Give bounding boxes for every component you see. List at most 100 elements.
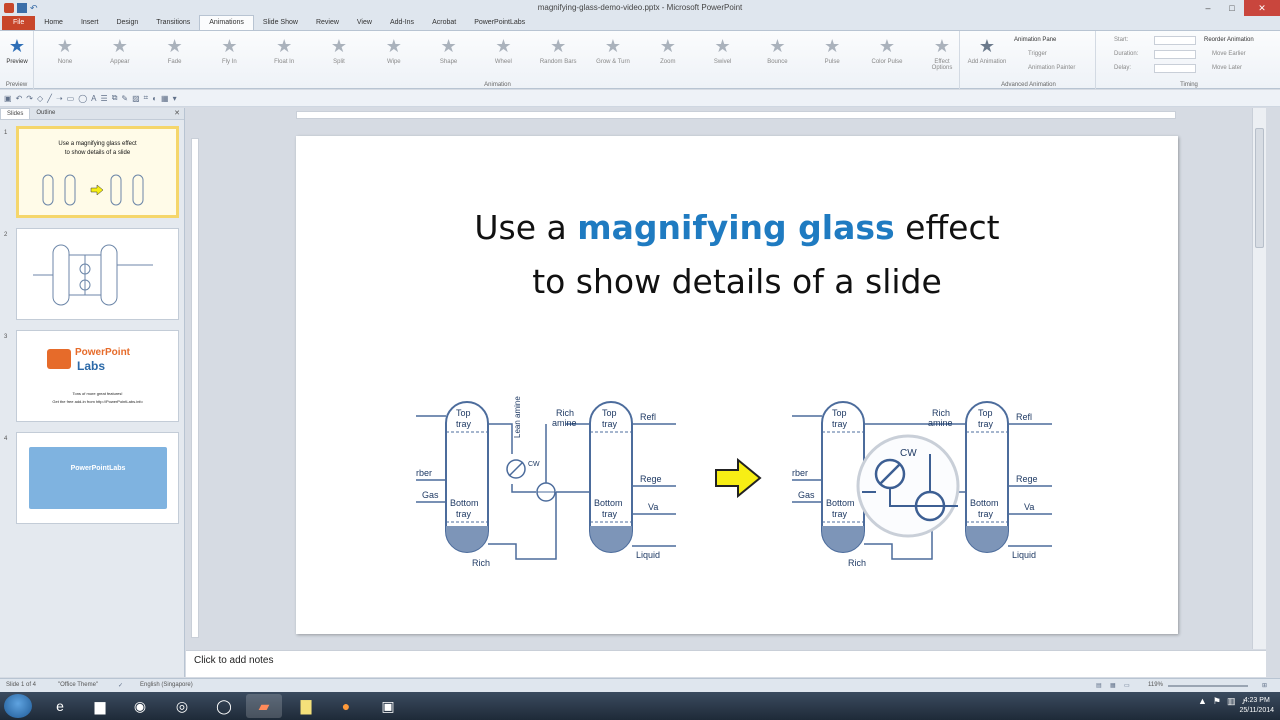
media-app-icon[interactable]: ◎ — [164, 694, 200, 718]
tab-outline[interactable]: Outline — [30, 108, 61, 119]
effect-grow-turn[interactable]: ★ Grow & Turn — [586, 35, 640, 65]
language[interactable]: English (Singapore) — [140, 682, 193, 688]
effect-color-pulse[interactable]: ★ Color Pulse — [860, 35, 914, 65]
maximize-button[interactable]: □ — [1220, 0, 1244, 16]
tray-up-icon[interactable]: ▲ — [1198, 696, 1207, 707]
effect-pulse[interactable]: ★ Pulse — [805, 35, 859, 65]
tab-add-ins[interactable]: Add-Ins — [381, 16, 423, 30]
add-animation-button[interactable]: ★ Add Animation — [964, 35, 1010, 65]
slide-title-line-2[interactable]: to show details of a slide — [296, 262, 1178, 301]
tab-file[interactable]: File — [2, 16, 36, 30]
vertical-scrollbar[interactable] — [1252, 108, 1266, 649]
animation-painter-button[interactable]: Animation Painter — [1028, 65, 1075, 71]
start-dropdown[interactable] — [1154, 36, 1196, 45]
slide-sorter-icon[interactable]: ▦ — [1110, 682, 1116, 689]
effect-fade[interactable]: ★ Fade — [148, 35, 202, 65]
powerpoint-taskbar-icon[interactable]: ▰ — [246, 694, 282, 718]
sticky-notes-icon[interactable]: ▇ — [288, 694, 324, 718]
slide-canvas[interactable]: Use a magnifying glass effect to show de… — [296, 136, 1178, 634]
tab-powerpointlabs[interactable]: PowerPointLabs — [465, 16, 534, 30]
scroll-thumb[interactable] — [1255, 128, 1264, 248]
effect-bounce[interactable]: ★ Bounce — [750, 35, 804, 65]
effect-appear[interactable]: ★ Appear — [93, 35, 147, 65]
tab-view[interactable]: View — [348, 16, 381, 30]
textbox-icon[interactable]: A — [91, 94, 96, 103]
effect-random-bars[interactable]: ★ Random Bars — [531, 35, 585, 65]
process-diagram-right[interactable]: Top tray Bottom tray Top tray Bottom tra… — [792, 394, 1052, 574]
table-icon[interactable]: ▦ — [161, 94, 169, 103]
tab-design[interactable]: Design — [107, 16, 147, 30]
svg-text:Top: Top — [602, 408, 617, 418]
process-diagram-left[interactable]: Top tray Bottom tray Top tray Bottom tra… — [416, 394, 676, 574]
zoom-slider[interactable] — [1168, 685, 1248, 687]
effect-fly-in[interactable]: ★ Fly In — [202, 35, 256, 65]
redo-icon[interactable]: ↷ — [26, 94, 33, 103]
minimize-button[interactable]: – — [1196, 0, 1220, 16]
svg-text:tray: tray — [978, 509, 994, 519]
preview-button[interactable]: ★ Preview — [0, 35, 34, 65]
tab-insert[interactable]: Insert — [72, 16, 108, 30]
rectangle-icon[interactable]: ▭ — [67, 94, 75, 103]
spellcheck-icon[interactable]: ✓ — [118, 682, 123, 689]
right-arrow-icon[interactable] — [714, 458, 762, 498]
svg-text:tray: tray — [602, 419, 618, 429]
duration-stepper[interactable] — [1154, 50, 1196, 59]
effect-options-button[interactable]: ★ Effect Options — [924, 35, 960, 71]
start-button[interactable] — [4, 694, 32, 718]
powerpoint-window: ↶ magnifying-glass-demo-video.pptx - Mic… — [0, 0, 1280, 720]
effect-zoom[interactable]: ★ Zoom — [641, 35, 695, 65]
internet-explorer-icon[interactable]: e — [42, 694, 78, 718]
undo-icon[interactable]: ↶ — [16, 94, 23, 103]
duration-label: Duration: — [1114, 51, 1139, 57]
tab-review[interactable]: Review — [307, 16, 348, 30]
customize-icon[interactable]: ▾ — [173, 94, 177, 103]
chrome-icon[interactable]: ◉ — [122, 694, 158, 718]
save-icon[interactable]: ▣ — [4, 94, 12, 103]
close-button[interactable]: ✕ — [1244, 0, 1280, 16]
arrow-icon[interactable]: ➝ — [56, 94, 63, 103]
shape-icon[interactable]: ◇ — [37, 94, 43, 103]
clock[interactable]: 4:23 PM 25/11/2014 — [1239, 696, 1274, 716]
group-icon[interactable]: ⧉ — [112, 93, 118, 103]
effect-split[interactable]: ★ Split — [312, 35, 366, 65]
align-icon[interactable]: ☰ — [101, 94, 108, 103]
normal-view-icon[interactable]: ▤ — [1096, 682, 1102, 689]
zoom-level[interactable]: 119% — [1148, 682, 1163, 688]
tab-slide-show[interactable]: Slide Show — [254, 16, 307, 30]
tab-home[interactable]: Home — [35, 16, 72, 30]
network-icon[interactable]: ▥ — [1227, 696, 1236, 707]
effect-none[interactable]: ★ None — [38, 35, 92, 65]
flag-icon[interactable]: ⚑ — [1213, 696, 1221, 707]
fill-icon[interactable]: ◐ — [152, 94, 157, 103]
move-later-button[interactable]: Move Later — [1212, 65, 1242, 71]
star-icon: ★ — [824, 36, 841, 56]
close-icon[interactable]: ✕ — [174, 109, 180, 117]
file-explorer-icon[interactable]: ▆ — [82, 694, 118, 718]
tab-slides[interactable]: Slides — [0, 108, 31, 119]
picture-icon[interactable]: ▨ — [132, 94, 140, 103]
effect-swivel[interactable]: ★ Swivel — [696, 35, 750, 65]
trigger-button[interactable]: Trigger — [1028, 51, 1047, 57]
animation-pane-button[interactable]: Animation Pane — [1014, 37, 1056, 43]
fit-slide-icon[interactable]: ⊞ — [1262, 682, 1267, 689]
line-icon[interactable]: ╱ — [47, 94, 52, 103]
effect-wipe[interactable]: ★ Wipe — [367, 35, 421, 65]
format-painter-icon[interactable]: ✎ — [121, 94, 128, 103]
effect-float-in[interactable]: ★ Float In — [257, 35, 311, 65]
tab-animations[interactable]: Animations — [199, 15, 254, 30]
tab-transitions[interactable]: Transitions — [147, 16, 199, 30]
delay-stepper[interactable] — [1154, 64, 1196, 73]
thumbnail-frame: PowerPointLabs — [16, 432, 179, 524]
move-earlier-button[interactable]: Move Earlier — [1212, 51, 1246, 57]
crop-icon[interactable]: ⌗ — [144, 93, 149, 103]
app-icon[interactable]: ▣ — [370, 694, 406, 718]
reading-view-icon[interactable]: ▭ — [1124, 682, 1130, 689]
oval-icon[interactable]: ◯ — [78, 94, 87, 103]
media-player-icon[interactable]: ◯ — [206, 694, 242, 718]
slide-title-line-1[interactable]: Use a magnifying glass effect — [296, 208, 1178, 247]
tab-acrobat[interactable]: Acrobat — [423, 16, 465, 30]
notes-pane[interactable]: Click to add notes — [186, 650, 1266, 677]
effect-shape[interactable]: ★ Shape — [422, 35, 476, 65]
effect-wheel[interactable]: ★ Wheel — [476, 35, 530, 65]
firefox-icon[interactable]: ● — [328, 694, 364, 718]
